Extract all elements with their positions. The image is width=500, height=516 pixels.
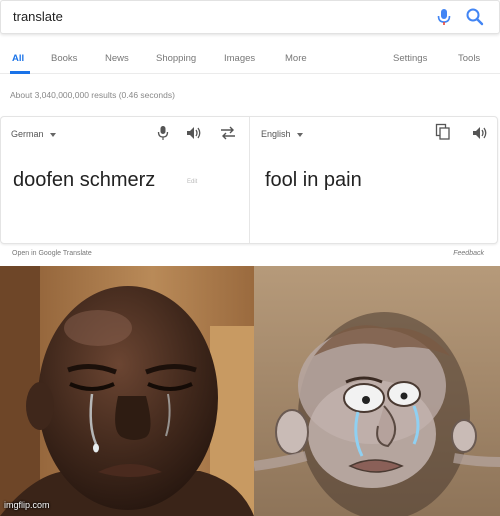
source-language-select[interactable]: German [11, 129, 56, 139]
results-count: About 3,040,000,000 results (0.46 second… [10, 90, 175, 100]
search-input[interactable]: translate [13, 9, 63, 24]
target-language-label: English [261, 129, 291, 139]
search-bar[interactable]: translate [0, 0, 500, 34]
target-language-select[interactable]: English [261, 129, 303, 139]
mic-icon[interactable] [435, 7, 453, 27]
copy-icon[interactable] [435, 123, 451, 141]
feedback-link[interactable]: Feedback [453, 250, 484, 257]
edit-link[interactable]: Edit [187, 179, 197, 185]
active-tab-indicator [10, 71, 30, 74]
tab-images[interactable]: Images [224, 53, 255, 64]
tab-settings[interactable]: Settings [393, 53, 427, 64]
doofenshmirtz-crying-image [254, 266, 500, 516]
translated-text: fool in pain [265, 169, 362, 191]
watermark: imgflip.com [4, 500, 50, 510]
chevron-down-icon [49, 132, 56, 137]
tab-books[interactable]: Books [51, 53, 77, 64]
translate-card: German English doofen schmerz Edit fool … [0, 116, 498, 244]
card-divider [249, 117, 250, 243]
search-icon[interactable] [465, 7, 485, 27]
tab-shopping[interactable]: Shopping [156, 53, 196, 64]
mic-icon[interactable] [157, 125, 169, 141]
swap-icon[interactable] [219, 125, 237, 141]
tab-tools[interactable]: Tools [458, 53, 480, 64]
chevron-down-icon [296, 132, 303, 137]
speaker-icon[interactable] [471, 125, 489, 141]
search-tabs: All Books News Shopping Images More Sett… [0, 44, 500, 74]
source-text[interactable]: doofen schmerz [13, 169, 155, 192]
open-in-translate-link[interactable]: Open in Google Translate [12, 250, 92, 257]
crying-man-image [0, 266, 254, 516]
tab-news[interactable]: News [105, 53, 129, 64]
tab-more[interactable]: More [285, 53, 307, 64]
source-language-label: German [11, 129, 44, 139]
speaker-icon[interactable] [185, 125, 203, 141]
tab-all[interactable]: All [12, 53, 24, 64]
